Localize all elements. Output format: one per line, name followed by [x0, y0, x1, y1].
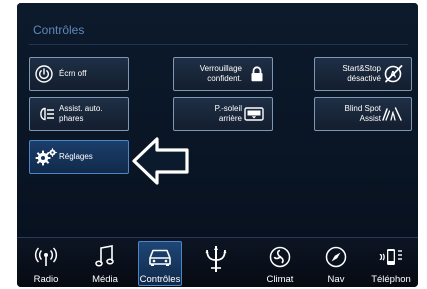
climate-fan-icon [255, 245, 305, 269]
nav-radio-label: Radio [33, 274, 59, 285]
nav-navigation[interactable]: Nav [311, 238, 361, 287]
confidential-lock-label: Verrouillage confident. [200, 64, 242, 84]
start-stop-button[interactable]: Start&Stop désactivé A [314, 57, 412, 91]
phone-icon [366, 245, 416, 269]
title-divider [29, 44, 408, 45]
headlight-icon [35, 107, 55, 121]
left-arrow-icon [131, 136, 191, 191]
start-stop-label-line1: Start&Stop [342, 64, 381, 73]
trident-logo-icon [191, 246, 241, 272]
nav-climate[interactable]: Climat [255, 238, 305, 287]
nav-navigation-label: Nav [327, 274, 345, 285]
confidential-lock-label-line2: confident. [207, 74, 242, 83]
compass-icon [311, 245, 361, 269]
confidential-lock-button[interactable]: Verrouillage confident. [173, 57, 273, 91]
nav-phone-label: Téléphon [371, 274, 411, 285]
screen-off-button[interactable]: Écrn off [29, 57, 129, 91]
music-note-icon [80, 245, 130, 269]
controls-panel: Contrôles Écrn off Assist. auto. phares … [17, 3, 418, 237]
rear-sunshade-label: P.-soleil arrière [215, 104, 242, 124]
rear-sunshade-button[interactable]: P.-soleil arrière [173, 97, 273, 131]
blind-spot-label-line2: Assist [359, 114, 381, 123]
infotainment-screen: Contrôles Écrn off Assist. auto. phares … [17, 3, 418, 287]
lock-icon [250, 66, 264, 82]
start-stop-off-icon: A [383, 64, 403, 84]
start-stop-label: Start&Stop désactivé [342, 64, 381, 84]
nav-media-label: Média [92, 274, 118, 285]
auto-headlights-label: Assist. auto. phares [59, 104, 103, 124]
bottom-nav-bar: Radio Média Contrôles Climat Nav Télépho… [17, 237, 418, 287]
nav-home-logo[interactable] [191, 238, 241, 287]
car-icon [135, 245, 185, 269]
blind-spot-icon [381, 106, 403, 122]
nav-climate-label: Climat [266, 274, 294, 285]
page-title: Contrôles [33, 23, 85, 37]
power-icon [35, 65, 53, 83]
gears-icon [35, 148, 57, 166]
start-stop-label-line2: désactivé [347, 74, 381, 83]
blind-spot-assist-button[interactable]: Blind Spot Assist [314, 97, 412, 131]
blind-spot-label-line1: Blind Spot [344, 104, 381, 113]
nav-radio[interactable]: Radio [21, 238, 71, 287]
rear-sunshade-label-line1: P.-soleil [214, 104, 242, 113]
auto-headlights-button[interactable]: Assist. auto. phares [29, 97, 129, 131]
rear-sunshade-label-line2: arrière [218, 114, 242, 123]
blind-spot-label: Blind Spot Assist [345, 104, 381, 124]
radio-icon [21, 245, 71, 269]
screen-off-label: Écrn off [59, 69, 87, 78]
confidential-lock-label-line1: Verrouillage [199, 64, 242, 73]
settings-label: Réglages [59, 152, 93, 161]
nav-media[interactable]: Média [80, 238, 130, 287]
nav-controls[interactable]: Contrôles [135, 238, 185, 287]
auto-headlights-label-line1: Assist. auto. [59, 104, 103, 113]
nav-controls-label: Contrôles [139, 274, 181, 285]
settings-button[interactable]: Réglages [29, 140, 129, 174]
nav-phone[interactable]: Téléphon [366, 238, 416, 287]
sunshade-icon [244, 107, 264, 121]
auto-headlights-label-line2: phares [59, 114, 84, 123]
